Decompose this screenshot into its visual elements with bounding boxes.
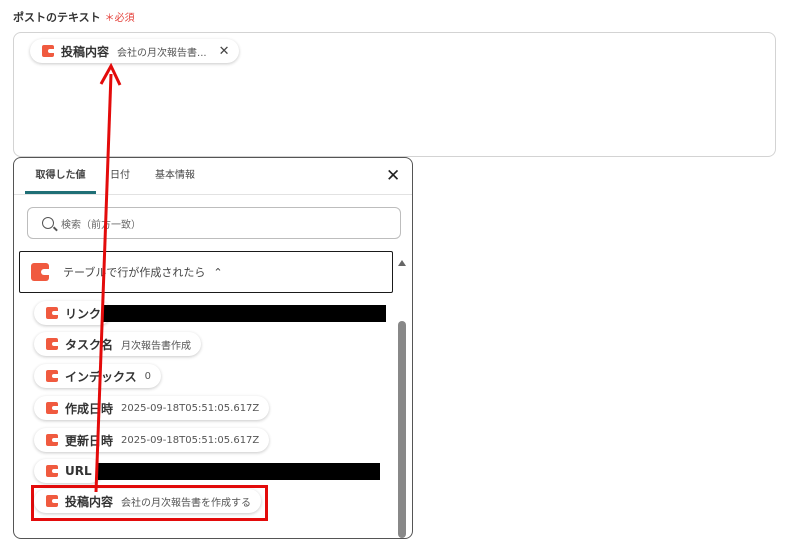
annotation-arrow (94, 62, 122, 493)
arrow-line (94, 73, 113, 493)
